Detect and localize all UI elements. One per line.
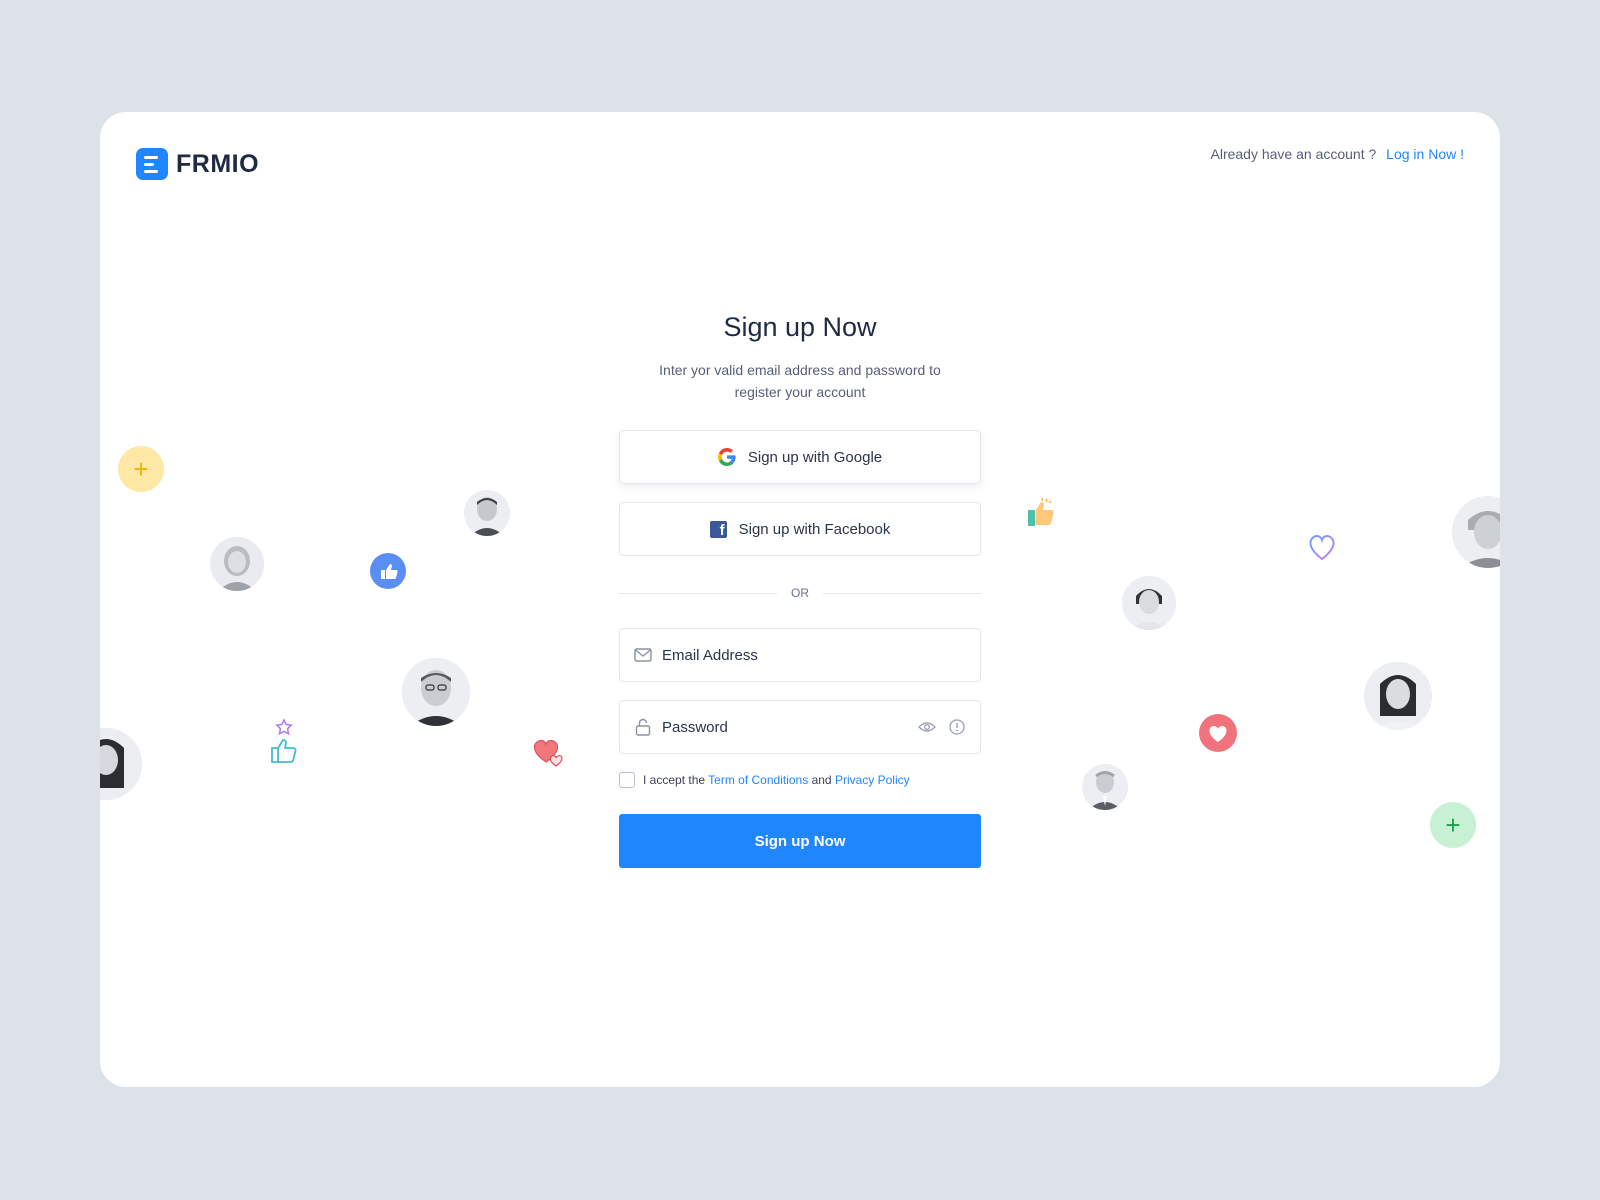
plus-decoration-green: +: [1430, 802, 1476, 848]
password-field[interactable]: [619, 700, 981, 754]
hearts-icon: [530, 734, 568, 770]
brand-name: FRMIO: [176, 149, 260, 178]
plus-decoration-yellow: +: [118, 446, 164, 492]
terms-link[interactable]: Term of Conditions: [708, 773, 808, 787]
avatar: [1364, 662, 1432, 730]
avatar: [100, 728, 142, 800]
or-divider: OR: [619, 586, 981, 600]
signup-card: FRMIO Already have an account ? Log in N…: [100, 112, 1500, 1087]
like-badge-icon: [370, 553, 406, 589]
google-button-label: Sign up with Google: [747, 448, 883, 466]
facebook-signup-button[interactable]: f Sign up with Facebook: [619, 502, 981, 556]
avatar: [402, 658, 470, 726]
lock-icon: [634, 718, 652, 736]
login-prompt-text: Already have an account ?: [1210, 146, 1377, 162]
avatar: [210, 537, 264, 591]
heart-outline-icon: [1306, 532, 1338, 562]
terms-text: I accept the Term of Conditions and Priv…: [643, 773, 910, 787]
signup-form: Sign up Now Inter yor valid email addres…: [619, 312, 981, 868]
terms-row: I accept the Term of Conditions and Priv…: [619, 772, 981, 788]
terms-prefix: I accept the: [643, 773, 706, 787]
email-input[interactable]: [662, 646, 966, 664]
thumbs-up-color-icon: [1026, 496, 1058, 530]
login-prompt: Already have an account ? Log in Now !: [1211, 146, 1465, 162]
password-actions: [918, 718, 966, 736]
heart-badge-icon: [1199, 714, 1237, 752]
email-field[interactable]: [619, 628, 981, 682]
avatar: [1082, 764, 1128, 810]
facebook-button-label: Sign up with Facebook: [738, 520, 891, 538]
avatar: [1122, 576, 1176, 630]
terms-checkbox[interactable]: [619, 772, 635, 788]
divider-line: [823, 592, 981, 594]
signup-submit-button[interactable]: Sign up Now: [619, 814, 981, 868]
info-icon[interactable]: [948, 718, 966, 736]
privacy-link[interactable]: Privacy Policy: [835, 773, 910, 787]
password-input[interactable]: [662, 718, 908, 736]
avatar: [464, 490, 510, 536]
facebook-icon: f: [709, 520, 727, 538]
terms-conjunction: and: [811, 773, 832, 787]
page-title: Sign up Now: [723, 312, 877, 342]
divider-line: [619, 592, 777, 594]
avatar: [1452, 496, 1500, 568]
google-signup-button[interactable]: Sign up with Google: [619, 430, 981, 484]
brand-logo[interactable]: FRMIO: [136, 148, 259, 180]
eye-icon[interactable]: [918, 718, 936, 736]
thumbs-up-star-icon: [266, 718, 302, 766]
divider-text: OR: [791, 586, 809, 600]
page-subtitle: Inter yor valid email address and passwo…: [659, 362, 941, 400]
google-icon: [717, 448, 736, 466]
frmio-logo-icon: [136, 148, 168, 180]
login-link[interactable]: Log in Now !: [1386, 146, 1464, 162]
mail-icon: [634, 646, 652, 664]
